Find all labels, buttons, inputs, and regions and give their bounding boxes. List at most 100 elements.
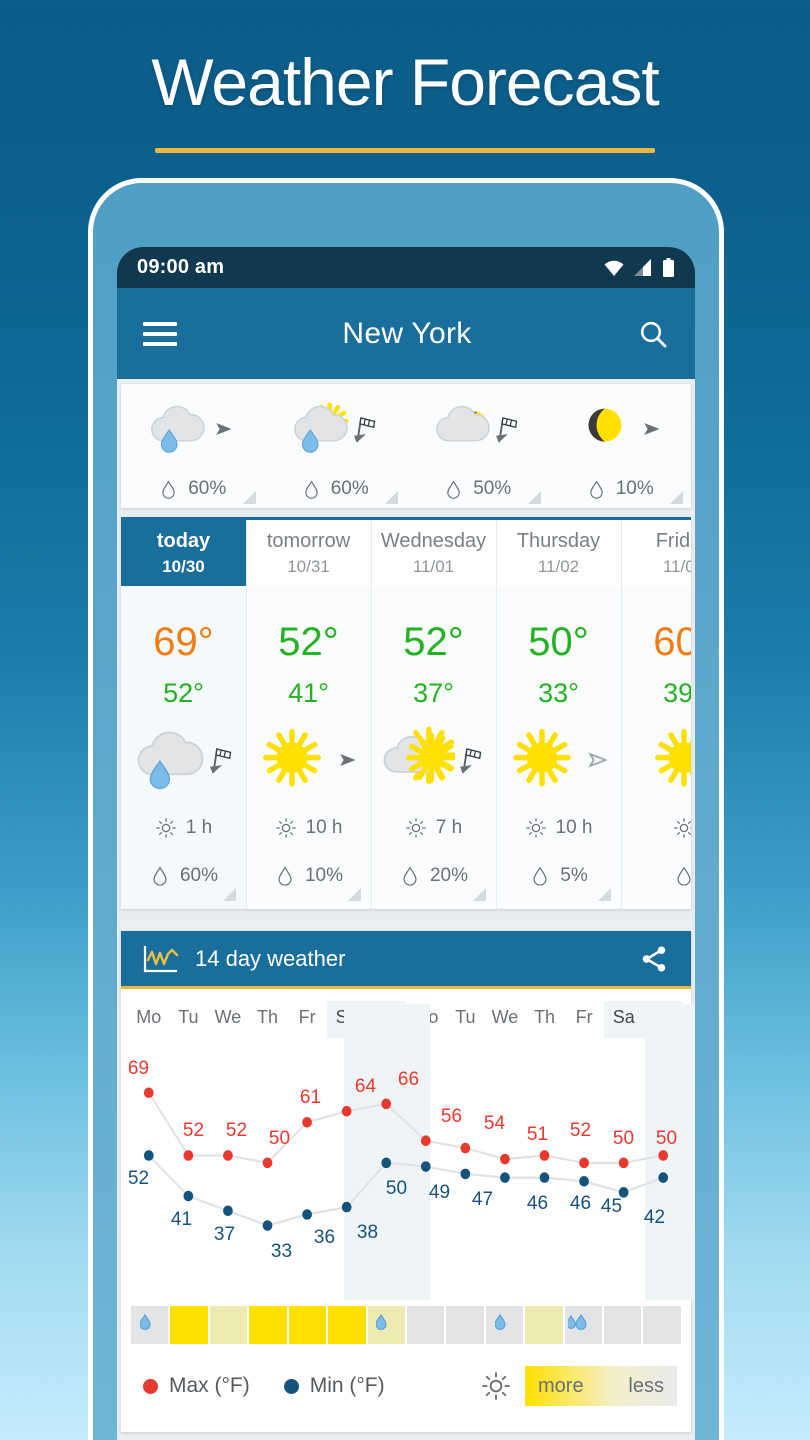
daily-precipitation: 5%	[496, 865, 621, 909]
moon-icon	[588, 408, 622, 442]
chart-day-label: Th	[257, 1007, 279, 1027]
daily-precip-value: 60%	[179, 865, 219, 886]
daily-column[interactable]: Thursday 11/02 50° 33° 10 h 5%	[496, 520, 621, 909]
max-temp-label: 51	[526, 1124, 549, 1146]
daily-icons	[496, 719, 621, 801]
precipitation-cell	[209, 1306, 248, 1344]
cloud-moon-icon	[436, 405, 490, 442]
daily-precip-value: 5%	[560, 865, 588, 886]
daily-date: 11/02	[537, 556, 580, 576]
precipitation-cell	[564, 1306, 603, 1344]
temperature-plot[interactable]: 6952525061646656545152505052524137333638…	[128, 1004, 695, 1300]
cloud-rain-icon	[137, 731, 203, 790]
legend-label-max: Max (°F)	[169, 1374, 250, 1397]
daily-column[interactable]: Friday 11/03 60° 39°	[621, 520, 691, 909]
max-temp-label: 50	[655, 1127, 678, 1149]
daily-precip-value: 20%	[429, 865, 469, 886]
sun-icon	[262, 728, 321, 787]
hourly-icons	[287, 398, 383, 460]
windsock-icon	[459, 748, 481, 774]
line-chart-icon	[143, 945, 179, 972]
daily-column[interactable]: today 10/30 69° 52° 1 h 60%	[121, 520, 246, 909]
column-divider	[371, 520, 372, 909]
chart-day-label: We	[214, 1007, 242, 1027]
column-divider	[621, 520, 622, 909]
windsock-icon	[209, 748, 231, 774]
daily-header: Wednesday 11/01	[371, 520, 496, 586]
min-temp-label: 36	[313, 1227, 336, 1249]
corner-triangle	[598, 888, 611, 901]
app-bar: New York	[117, 288, 695, 379]
daily-date: 11/01	[412, 556, 455, 576]
hourly-precip-value: 60%	[188, 478, 227, 499]
min-temp-label: 41	[170, 1209, 193, 1231]
sun-outline-icon	[405, 818, 426, 838]
wind-arrow-icon	[216, 423, 232, 435]
daily-header: tomorrow 10/31	[246, 520, 371, 586]
chart-card-header: 14 day weather	[121, 931, 691, 989]
daily-temps: 50° 33°	[496, 586, 621, 709]
search-icon[interactable]	[637, 318, 669, 350]
chart-day-label: We	[491, 1007, 519, 1027]
chart-day-label: Sa	[603, 1001, 644, 1038]
daily-temp-min: 52°	[163, 678, 204, 708]
max-temp-label: 61	[299, 1087, 322, 1109]
precipitation-cell	[485, 1306, 524, 1344]
daily-day-name: Wednesday	[380, 529, 487, 552]
chart-day-label: Fr	[575, 1007, 593, 1027]
hourly-cell[interactable]: 50%	[406, 398, 549, 504]
max-temp-label: 54	[483, 1113, 506, 1135]
corner-triangle	[473, 888, 486, 901]
corner-triangle	[670, 491, 683, 504]
sun-icon	[512, 728, 571, 787]
hourly-precip-value: 60%	[330, 478, 369, 499]
windsock-icon	[353, 417, 376, 443]
legend-dot-min	[283, 1378, 299, 1394]
hourly-precip-value: 10%	[615, 478, 654, 499]
sun-outline-icon	[525, 818, 546, 838]
status-bar: 09:00 am	[117, 247, 695, 288]
daily-temp-max: 52°	[278, 620, 339, 664]
hourly-cell[interactable]: 60%	[264, 398, 407, 504]
daily-day-name: today	[156, 529, 211, 552]
battery-icon	[663, 257, 674, 277]
daily-column[interactable]: tomorrow 10/31 52° 41° 10 h 10%	[246, 520, 371, 909]
hourly-cell[interactable]: 60%	[121, 398, 264, 504]
hamburger-menu-icon[interactable]	[143, 316, 177, 352]
corner-triangle	[242, 491, 256, 504]
status-time: 09:00 am	[137, 256, 225, 278]
daily-header: Thursday 11/02	[496, 520, 621, 586]
max-temp-label: 50	[268, 1127, 291, 1149]
daily-sunhours: 7 h	[371, 817, 496, 839]
daily-date: 10/30	[162, 556, 205, 576]
daily-date: 10/31	[287, 556, 330, 576]
share-icon[interactable]	[639, 944, 669, 974]
sunshine-scale[interactable]: more less	[481, 1366, 677, 1406]
precipitation-cell	[170, 1306, 208, 1344]
hourly-icons	[572, 398, 668, 460]
max-temp-label: 52	[182, 1120, 205, 1142]
daily-precipitation: 20%	[371, 865, 496, 909]
hourly-cell[interactable]: 10%	[549, 398, 692, 504]
column-divider	[246, 520, 247, 909]
corner-triangle	[223, 888, 236, 901]
page-title: Weather Forecast	[151, 45, 659, 119]
daily-sunhours: 1 h	[121, 817, 246, 839]
droplet-icon	[403, 866, 417, 886]
wind-arrow-icon	[339, 754, 355, 766]
min-temp-label: 50	[385, 1177, 408, 1199]
daily-sunhours: 10 h	[246, 817, 371, 839]
sun-icon	[654, 728, 691, 787]
droplet-icon	[304, 480, 318, 499]
column-divider	[496, 520, 497, 909]
hourly-precipitation: 60%	[301, 478, 369, 500]
daily-forecast-row[interactable]: today 10/30 69° 52° 1 h 60% tomorrow 10/3…	[121, 520, 691, 909]
legend-label-min: Min (°F)	[309, 1374, 385, 1397]
daily-column[interactable]: Wednesday 11/01 52° 37° 7 h 20%	[371, 520, 496, 909]
daily-icons	[621, 719, 691, 801]
sunshine-scale-bar[interactable]: more less	[525, 1366, 677, 1406]
precipitation-cell	[604, 1306, 642, 1344]
droplet-icon	[589, 480, 603, 499]
hourly-icons	[144, 398, 240, 460]
corner-triangle	[385, 491, 398, 504]
